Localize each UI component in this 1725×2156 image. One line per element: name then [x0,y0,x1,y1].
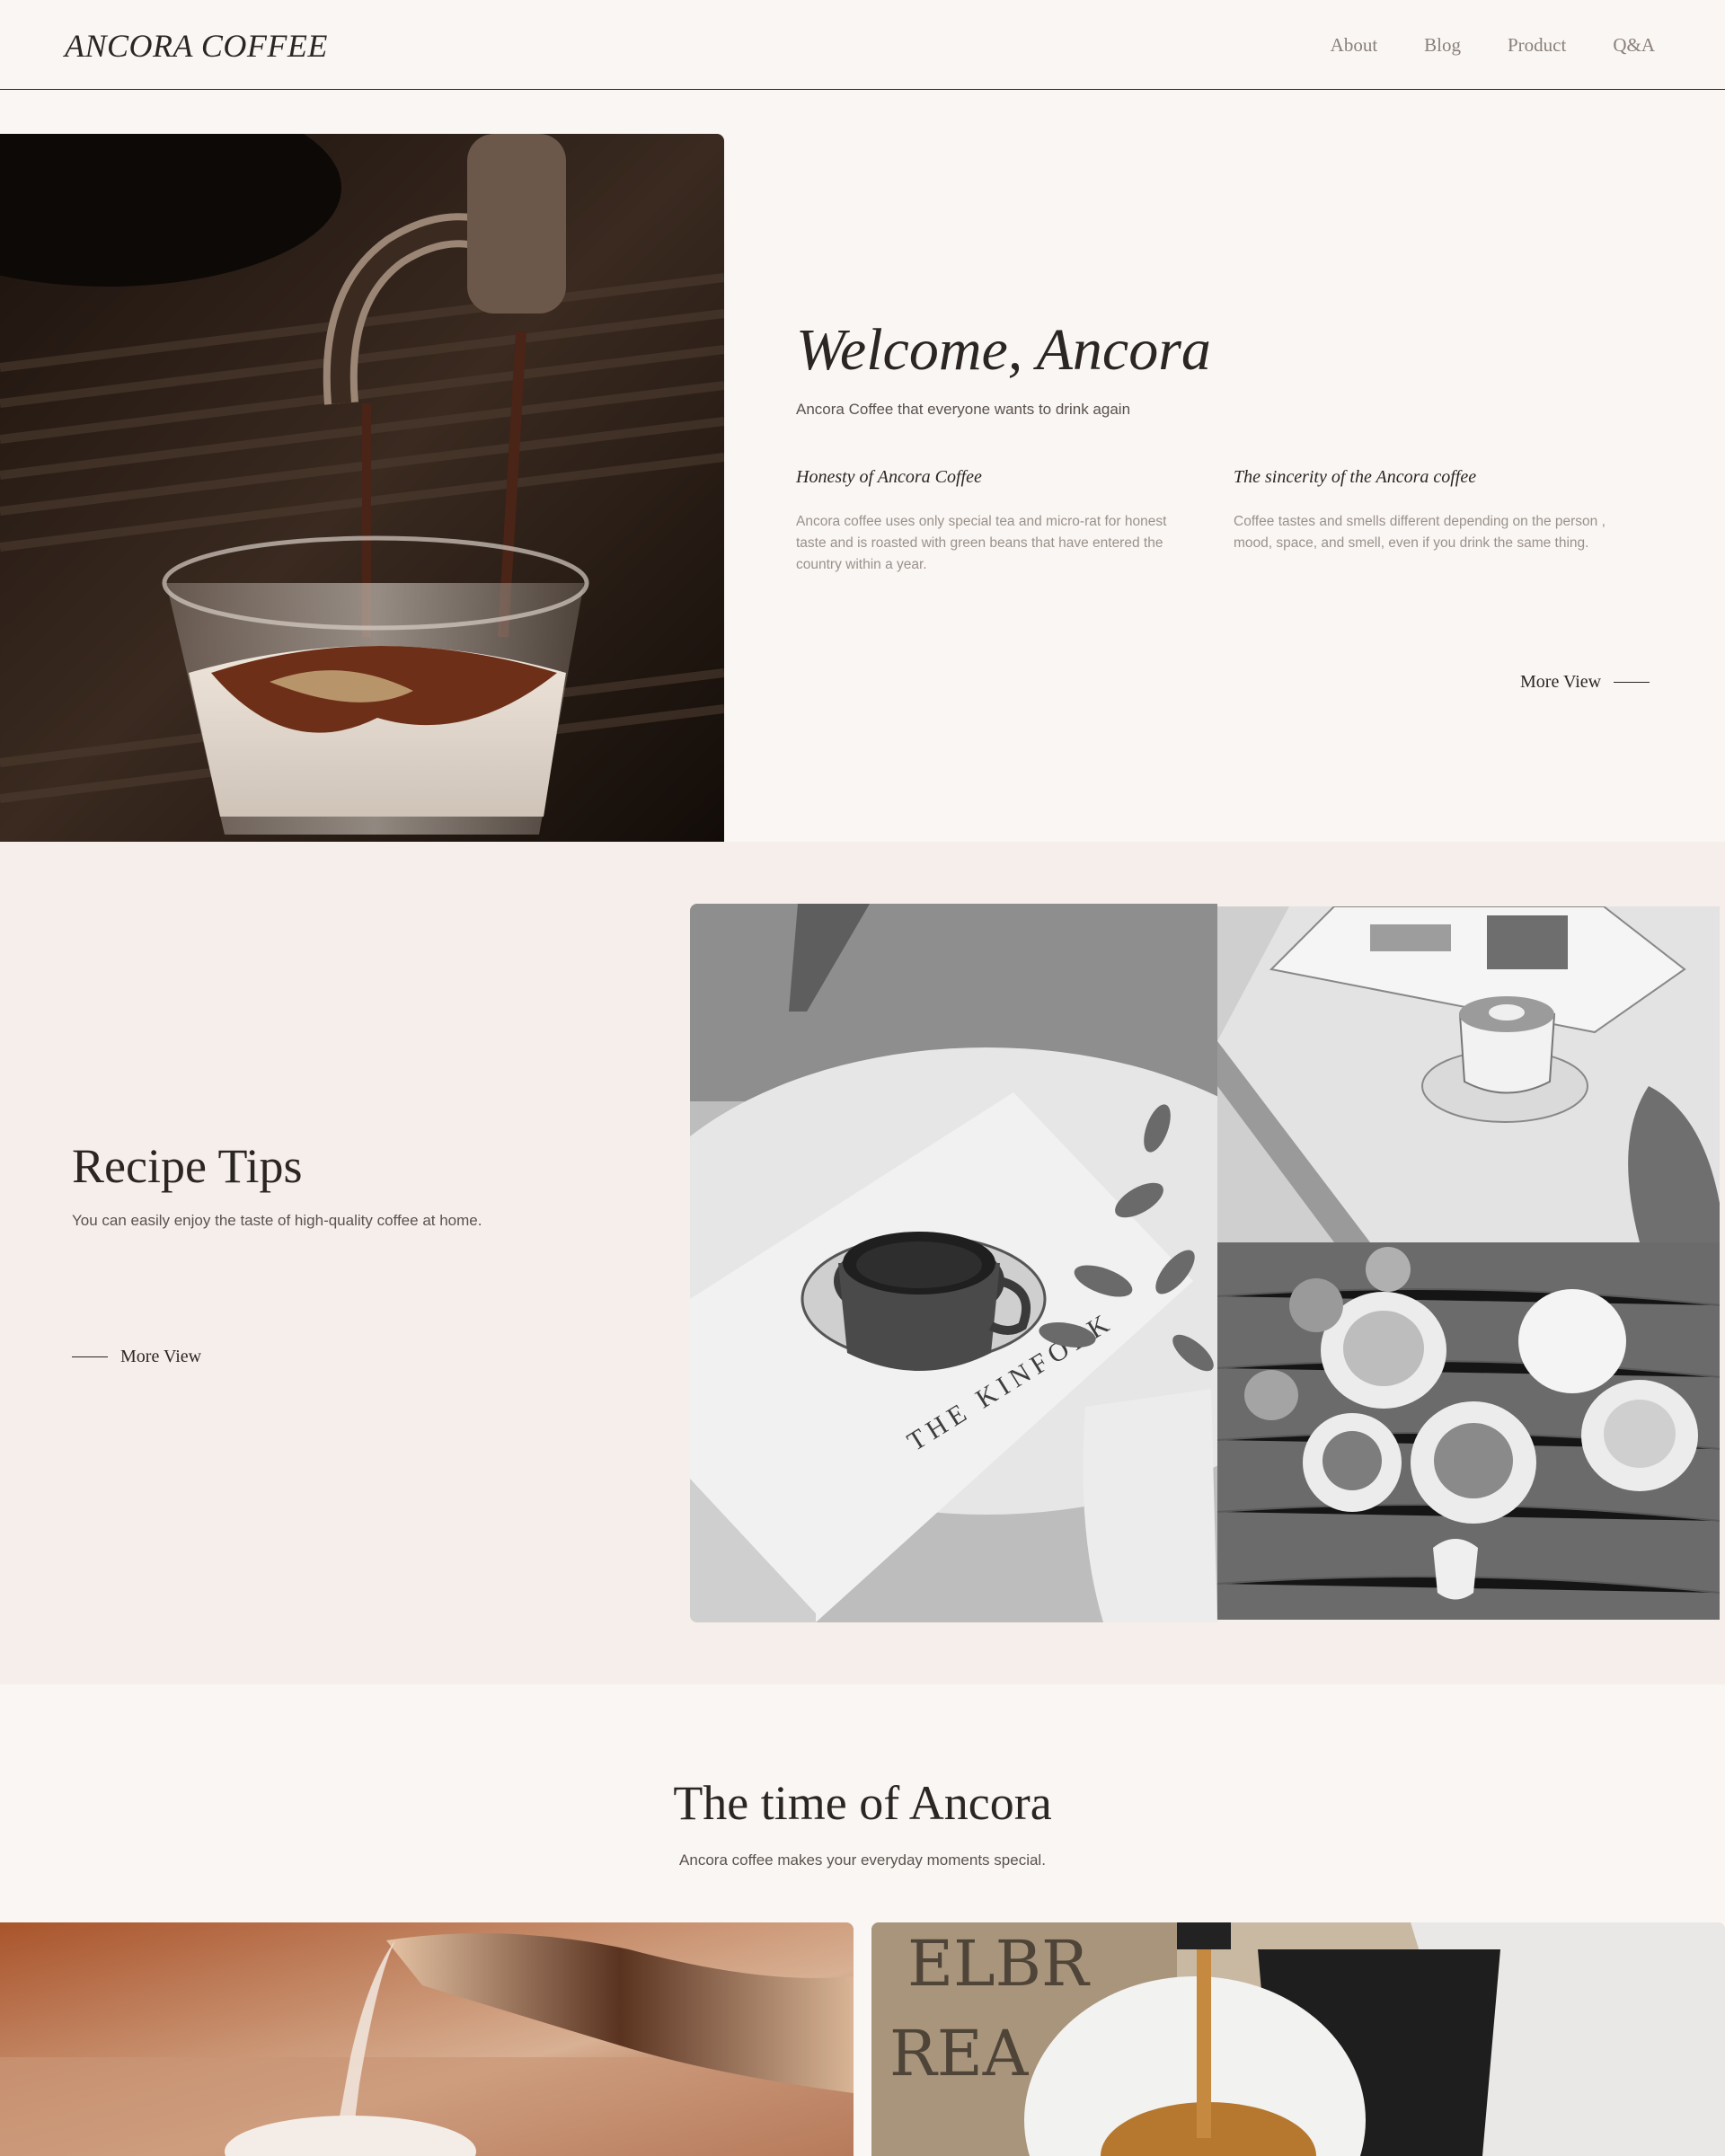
nav-link-product[interactable]: Product [1508,34,1566,57]
svg-text:REA: REA [889,2017,1030,2090]
recipe-section: Recipe Tips You can easily enjoy the tas… [0,842,1725,1684]
more-view-line-icon [1614,681,1650,684]
recipe-subtitle: You can easily enjoy the taste of high-q… [72,1212,482,1229]
recipe-more-view-link[interactable]: More View [72,1347,201,1367]
more-view-label: More View [120,1347,202,1366]
gallery-image-magazine-cup [1217,906,1720,1242]
svg-text:ELBR: ELBR [907,1927,1091,2001]
hero-subtitle: Ancora Coffee that everyone wants to dri… [796,401,1131,418]
feature-title: Honesty of Ancora Coffee [796,467,982,487]
site-logo[interactable]: ANCORA COFFEE [65,27,328,65]
feature-honesty: Honesty of Ancora Coffee Ancora coffee u… [796,467,1191,576]
recipe-title: Recipe Tips [72,1139,303,1193]
nav-link-blog[interactable]: Blog [1424,34,1461,57]
time-section-title: The time of Ancora [673,1776,1052,1830]
hero-espresso-image [0,134,724,842]
more-view-label: More View [1520,672,1602,692]
time-image-kettle-pour [0,1922,854,2156]
site-header: ANCORA COFFEE About Blog Product Q&A [0,0,1725,90]
hero-title: Welcome, Ancora [796,317,1211,383]
gallery-image-table-cups [1217,1242,1720,1620]
feature-title: The sincerity of the Ancora coffee [1234,467,1477,487]
feature-sincerity: The sincerity of the Ancora coffee Coffe… [1234,467,1611,554]
feature-text: Coffee tastes and smells different depen… [1234,514,1606,551]
time-image-espresso-machine: ELBR REA [871,1922,1725,2156]
feature-text: Ancora coffee uses only special tea and … [796,514,1167,572]
gallery-image-kinfolk-cup: THE KINFOLK [690,904,1217,1622]
nav-link-qa[interactable]: Q&A [1613,34,1655,57]
hero-more-view-link[interactable]: More View [1520,672,1650,693]
time-section-subtitle: Ancora coffee makes your everyday moment… [679,1851,1046,1869]
nav-link-about[interactable]: About [1331,34,1378,57]
main-nav: About Blog Product Q&A [1331,34,1655,57]
more-view-line-icon [72,1356,108,1358]
